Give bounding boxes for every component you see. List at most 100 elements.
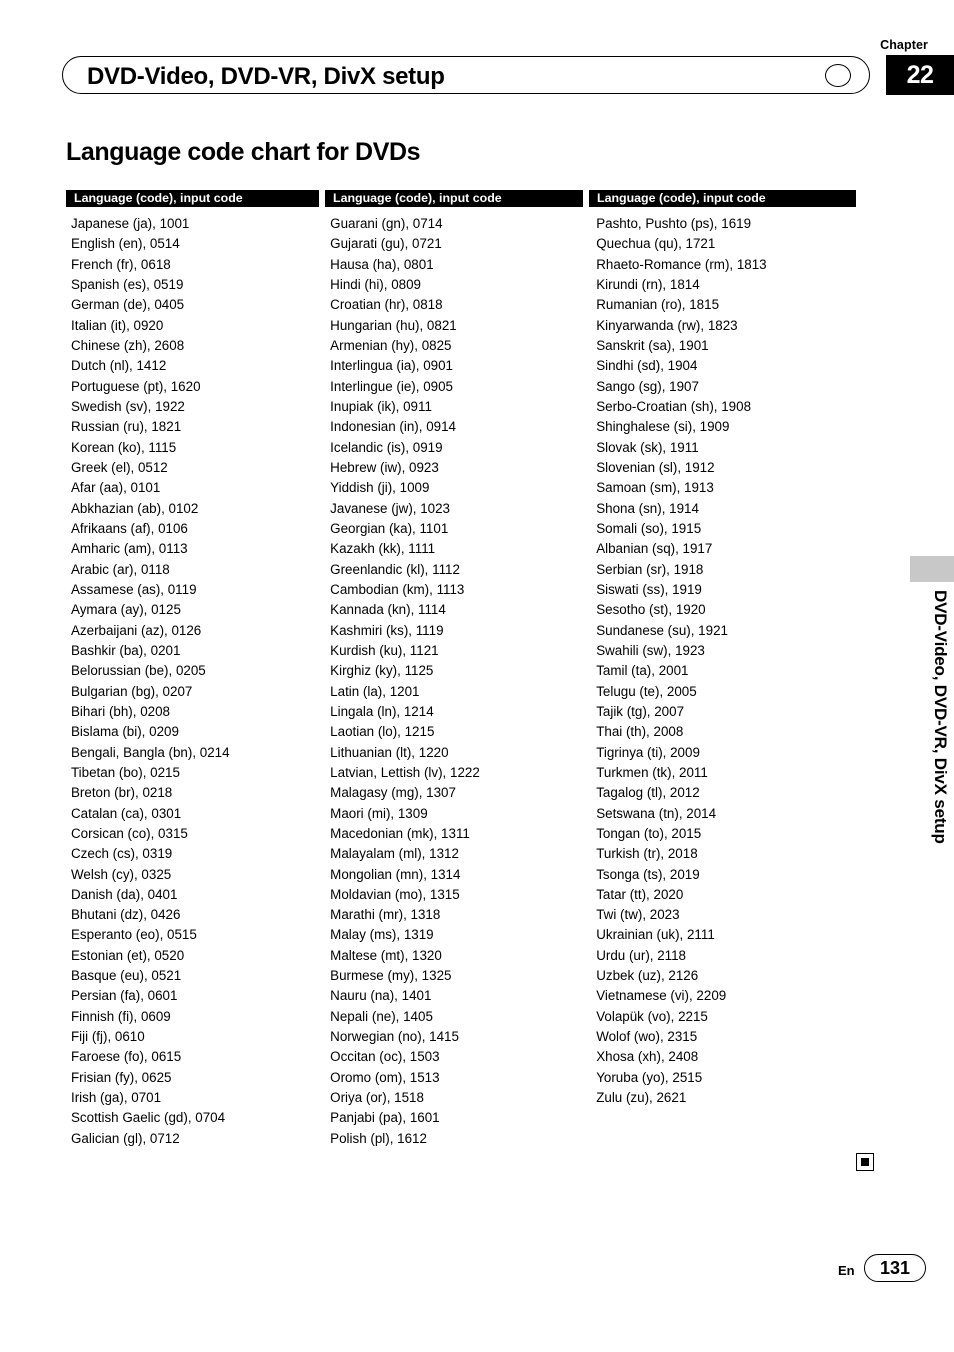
table-cell: Tajik (tg), 2007 (596, 703, 685, 719)
table-cell: Tibetan (bo), 0215 (71, 764, 180, 780)
table-cell: Rumanian (ro), 1815 (596, 297, 720, 313)
table-cell: Irish (ga), 0701 (71, 1090, 162, 1106)
table-cell: Zulu (zu), 2621 (596, 1090, 687, 1106)
table-cell: Icelandic (is), 0919 (330, 439, 443, 455)
table-cell: Kirundi (rn), 1814 (596, 276, 700, 292)
table-cell: Sanskrit (sa), 1901 (596, 337, 709, 353)
table-cell: Maori (mi), 1309 (330, 805, 428, 821)
table-cell: Lithuanian (lt), 1220 (330, 744, 449, 760)
table-cell: Shona (sn), 1914 (596, 500, 699, 516)
table-cell: Serbo-Croatian (sh), 1908 (596, 398, 752, 414)
table-cell: Bihari (bh), 0208 (71, 703, 170, 719)
table-header-row: Language (code), input code Language (co… (66, 190, 856, 207)
table-cell: Malagasy (mg), 1307 (330, 785, 456, 801)
table-cell: Latin (la), 1201 (330, 683, 420, 699)
table-cell: English (en), 0514 (71, 236, 180, 252)
running-title-bar: DVD-Video, DVD-VR, DivX setup (62, 56, 870, 94)
table-cell: Vietnamese (vi), 2209 (596, 988, 727, 1004)
table-cell: Urdu (ur), 2118 (596, 947, 687, 963)
table-cell: Thai (th), 2008 (596, 724, 684, 740)
table-cell: Ukrainian (uk), 2111 (596, 927, 715, 943)
table-cell: Turkish (tr), 2018 (596, 846, 698, 862)
table-cell: Uzbek (uz), 2126 (596, 968, 699, 984)
table-cell: Sesotho (st), 1920 (596, 602, 706, 618)
table-cell: Finnish (fi), 0609 (71, 1008, 171, 1024)
table-cell: Quechua (qu), 1721 (596, 236, 716, 252)
table-cell: Yiddish (ji), 1009 (330, 480, 430, 496)
table-cell: Hungarian (hu), 0821 (330, 317, 457, 333)
table-cell: Hindi (hi), 0809 (330, 276, 421, 292)
table-cell: Frisian (fy), 0625 (71, 1069, 172, 1085)
table-cell: German (de), 0405 (71, 297, 185, 313)
table-cell: Javanese (jw), 1023 (330, 500, 451, 516)
table-cell: Afrikaans (af), 0106 (71, 520, 188, 536)
table-cell: Inupiak (ik), 0911 (330, 398, 432, 414)
table-cell: Basque (eu), 0521 (71, 968, 182, 984)
table-cell: Tatar (tt), 2020 (596, 886, 684, 902)
table-cell: Kazakh (kk), 1111 (330, 541, 436, 557)
table-cell: Persian (fa), 0601 (71, 988, 178, 1004)
table-cell: Turkmen (tk), 2011 (596, 764, 708, 780)
table-cell: Interlingue (ie), 0905 (330, 378, 453, 394)
table-cell: Marathi (mr), 1318 (330, 907, 441, 923)
table-cell: Bengali, Bangla (bn), 0214 (71, 744, 230, 760)
table-column-1: Japanese (ja), 1001 English (en), 0514 Fre… (66, 214, 317, 1149)
table-cell: Tongan (to), 2015 (596, 825, 702, 841)
table-cell: Amharic (am), 0113 (71, 541, 188, 557)
table-cell: Welsh (cy), 0325 (71, 866, 172, 882)
table-cell: Catalan (ca), 0301 (71, 805, 182, 821)
table-cell: Assamese (as), 0119 (71, 581, 197, 597)
table-cell: Greenlandic (kl), 1112 (330, 561, 460, 577)
table-cell: Esperanto (eo), 0515 (71, 927, 197, 943)
table-cell: Polish (pl), 1612 (330, 1130, 427, 1146)
table-cell: Kirghiz (ky), 1125 (330, 663, 434, 679)
chapter-label: Chapter (880, 38, 928, 52)
table-cell: Czech (cs), 0319 (71, 846, 173, 862)
table-cell: Armenian (hy), 0825 (330, 337, 452, 353)
table-cell: Slovenian (sl), 1912 (596, 459, 715, 475)
table-cell: Malayalam (ml), 1312 (330, 846, 459, 862)
table-cell: French (fr), 0618 (71, 256, 171, 272)
table-cell: Guarani (gn), 0714 (330, 216, 443, 231)
running-title-text: DVD-Video, DVD-VR, DivX setup (87, 63, 445, 90)
side-tab-label: DVD-Video, DVD-VR, DivX setup (931, 590, 950, 844)
table-cell: Sindhi (sd), 1904 (596, 358, 698, 374)
table-cell: Twi (tw), 2023 (596, 907, 680, 923)
table-cell: Yoruba (yo), 2515 (596, 1069, 703, 1085)
footer-language-code: En (838, 1263, 855, 1278)
table-cell: Indonesian (in), 0914 (330, 419, 456, 435)
table-cell: Lingala (ln), 1214 (330, 703, 434, 719)
table-cell: Kashmiri (ks), 1119 (330, 622, 444, 638)
table-cell: Danish (da), 0401 (71, 886, 178, 902)
table-cell: Chinese (zh), 2608 (71, 337, 185, 353)
column-header-2: Language (code), input code (325, 190, 583, 207)
table-cell: Oriya (or), 1518 (330, 1090, 424, 1106)
table-body: Japanese (ja), 1001 English (en), 0514 Fre… (66, 214, 856, 1149)
table-cell: Tagalog (tl), 2012 (596, 785, 700, 801)
table-cell: Sango (sg), 1907 (596, 378, 699, 394)
table-cell: Macedonian (mk), 1311 (330, 825, 470, 841)
table-cell: Bislama (bi), 0209 (71, 724, 179, 740)
table-cell: Tamil (ta), 2001 (596, 663, 689, 679)
table-cell: Norwegian (no), 1415 (330, 1029, 459, 1045)
table-cell: Bhutani (dz), 0426 (71, 907, 181, 923)
table-cell: Nepali (ne), 1405 (330, 1008, 433, 1024)
table-cell: Serbian (sr), 1918 (596, 561, 704, 577)
table-cell: Galician (gl), 0712 (71, 1130, 180, 1146)
footer-page-number: 131 (864, 1254, 926, 1282)
table-cell: Siswati (ss), 1919 (596, 581, 702, 597)
table-cell: Japanese (ja), 1001 (71, 216, 190, 231)
table-cell: Bulgarian (bg), 0207 (71, 683, 193, 699)
table-cell: Fiji (fj), 0610 (71, 1029, 145, 1045)
table-cell: Aymara (ay), 0125 (71, 602, 181, 618)
table-column-3: Pashto, Pushto (ps), 1619 Quechua (qu), 1… (587, 214, 856, 1149)
page-title: Language code chart for DVDs (66, 138, 421, 166)
table-cell: Wolof (wo), 2315 (596, 1029, 698, 1045)
table-cell: Kannada (kn), 1114 (330, 602, 446, 618)
table-cell: Spanish (es), 0519 (71, 276, 184, 292)
table-cell: Croatian (hr), 0818 (330, 297, 443, 313)
table-cell: Greek (el), 0512 (71, 459, 168, 475)
decorative-ring-icon (825, 64, 851, 87)
table-cell: Latvian, Lettish (lv), 1222 (330, 764, 480, 780)
table-cell: Volapük (vo), 2215 (596, 1008, 708, 1024)
